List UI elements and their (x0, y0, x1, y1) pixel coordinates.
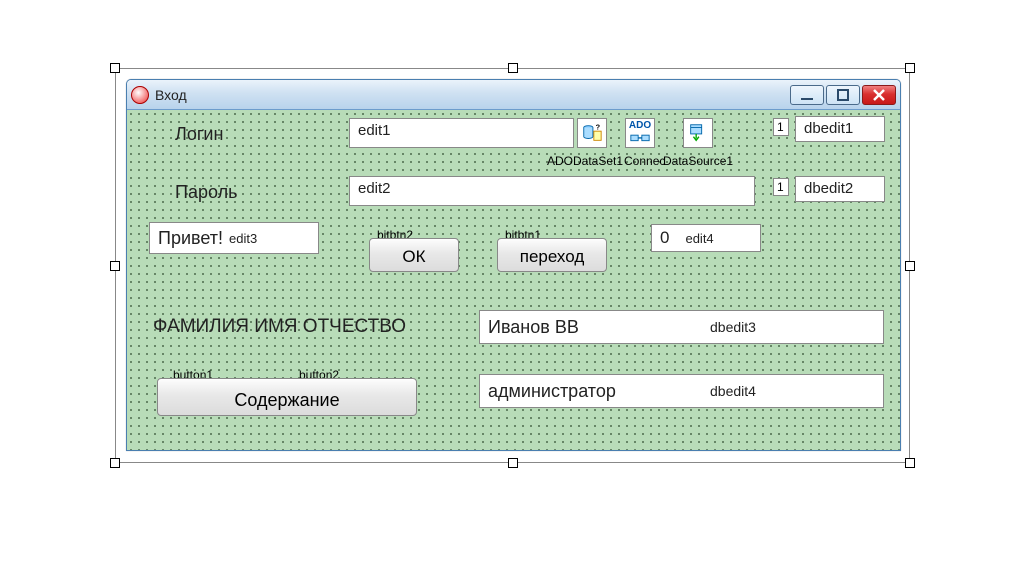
resize-handle[interactable] (905, 63, 915, 73)
titlebar[interactable]: Вход (127, 80, 900, 110)
dbedit1-num[interactable]: 1 (773, 118, 789, 136)
dbedit3-field[interactable]: Иванов ВВ dbedit3 (479, 310, 884, 344)
maximize-icon (831, 83, 855, 107)
minimize-icon (795, 83, 819, 107)
datasource-icon (687, 122, 709, 144)
database-icon: ? (581, 122, 603, 144)
svg-text:?: ? (596, 122, 601, 131)
datasource-component[interactable] (683, 118, 713, 148)
edit4-field[interactable]: 0 edit4 (651, 224, 761, 252)
datasource-label: DataSource1 (663, 154, 733, 168)
window-title: Вход (155, 87, 187, 103)
app-icon (131, 86, 149, 104)
fio-label: ФАМИЛИЯ ИМЯ ОТЧЕСТВО (153, 316, 406, 338)
minimize-button[interactable] (790, 85, 824, 105)
design-canvas: Вход Логин edit1 (115, 68, 910, 463)
maximize-button[interactable] (826, 85, 860, 105)
form-client-area: Логин edit1 ? ADO (127, 110, 900, 450)
resize-handle[interactable] (110, 458, 120, 468)
resize-handle[interactable] (905, 261, 915, 271)
form-window: Вход Логин edit1 (126, 79, 901, 451)
resize-handle[interactable] (508, 458, 518, 468)
close-button[interactable] (862, 85, 896, 105)
resize-handle[interactable] (110, 63, 120, 73)
content-button[interactable]: Содержание (157, 378, 417, 416)
adodataset-component[interactable]: ? (577, 118, 607, 148)
dbedit2-field[interactable]: dbedit2 (795, 176, 885, 202)
resize-handle[interactable] (905, 458, 915, 468)
login-label: Логин (175, 124, 223, 145)
ok-button[interactable]: ОК (369, 238, 459, 272)
dbedit4-field[interactable]: администратор dbedit4 (479, 374, 884, 408)
adodataset-label: ADODataSet1 (547, 154, 623, 168)
edit2-field[interactable]: edit2 (349, 176, 755, 206)
dbedit2-num[interactable]: 1 (773, 178, 789, 196)
resize-handle[interactable] (508, 63, 518, 73)
goto-button[interactable]: переход (497, 238, 607, 272)
dbedit1-field[interactable]: dbedit1 (795, 116, 885, 142)
password-label: Пароль (175, 182, 237, 203)
adoconnection-component[interactable]: ADO (625, 118, 655, 148)
ado-label: ADO (629, 120, 651, 131)
adoconnection-label: Connec (624, 154, 665, 168)
greeting-box[interactable]: Привет! edit3 (149, 222, 319, 254)
resize-handle[interactable] (110, 261, 120, 271)
close-icon (867, 83, 891, 107)
edit1-value: edit1 (358, 122, 391, 139)
edit1-field[interactable]: edit1 (349, 118, 574, 148)
